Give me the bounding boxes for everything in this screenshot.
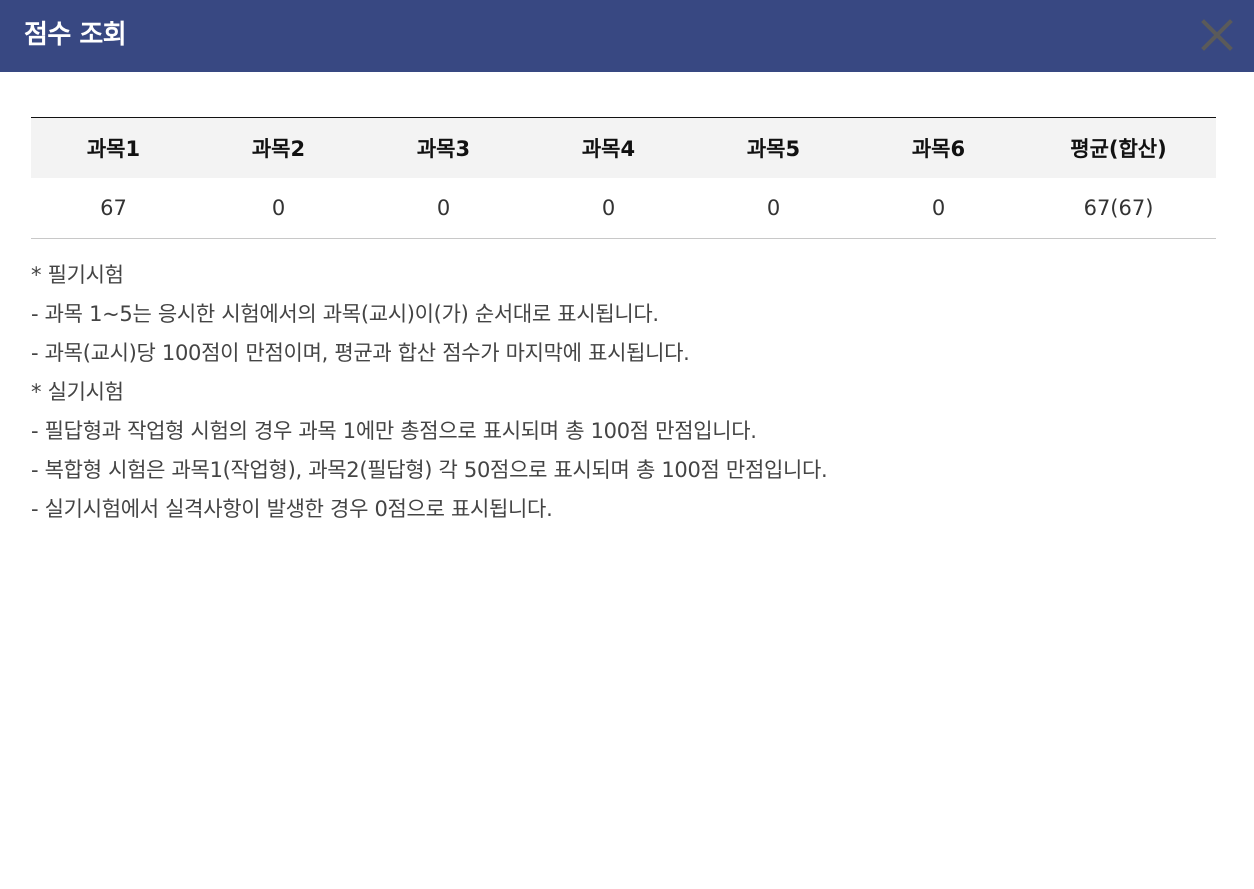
score-subject-6: 0: [856, 178, 1021, 239]
close-icon: [1196, 14, 1238, 56]
score-average: 67(67): [1021, 178, 1216, 239]
notes-section: * 필기시험 - 과목 1~5는 응시한 시험에서의 과목(교시)이(가) 순서…: [31, 256, 1216, 529]
table-header-row: 과목1 과목2 과목3 과목4 과목5 과목6 평균(합산): [31, 117, 1216, 178]
close-button[interactable]: [1196, 14, 1238, 56]
score-subject-3: 0: [361, 178, 526, 239]
header-subject-1: 과목1: [86, 137, 141, 161]
header-subject-4: 과목4: [581, 137, 636, 161]
score-table: 과목1 과목2 과목3 과목4 과목5 과목6 평균(합산) 67 0 0 0 …: [31, 117, 1216, 239]
header-subject-3: 과목3: [416, 137, 471, 161]
score-subject-5: 0: [691, 178, 856, 239]
note-heading-written: * 필기시험: [31, 263, 124, 287]
note-heading-practical: * 실기시험: [31, 380, 124, 404]
table-row: 67 0 0 0 0 0 67(67): [31, 178, 1216, 239]
note-line: - 복합형 시험은 과목1(작업형), 과목2(필답형) 각 50점으로 표시되…: [31, 458, 828, 482]
header-subject-2: 과목2: [251, 137, 306, 161]
note-line: - 필답형과 작업형 시험의 경우 과목 1에만 총점으로 표시되며 총 100…: [31, 419, 757, 443]
modal-title: 점수 조회: [24, 20, 127, 50]
score-subject-2: 0: [196, 178, 361, 239]
score-subject-1: 67: [31, 178, 196, 239]
header-subject-5: 과목5: [746, 137, 801, 161]
header-subject-6: 과목6: [911, 137, 966, 161]
note-line: - 과목(교시)당 100점이 만점이며, 평균과 합산 점수가 마지막에 표시…: [31, 341, 690, 365]
header-average: 평균(합산): [1070, 137, 1167, 161]
score-subject-4: 0: [526, 178, 691, 239]
modal-header: 점수 조회: [0, 0, 1254, 72]
note-line: - 실기시험에서 실격사항이 발생한 경우 0점으로 표시됩니다.: [31, 497, 553, 521]
note-line: - 과목 1~5는 응시한 시험에서의 과목(교시)이(가) 순서대로 표시됩니…: [31, 302, 659, 326]
